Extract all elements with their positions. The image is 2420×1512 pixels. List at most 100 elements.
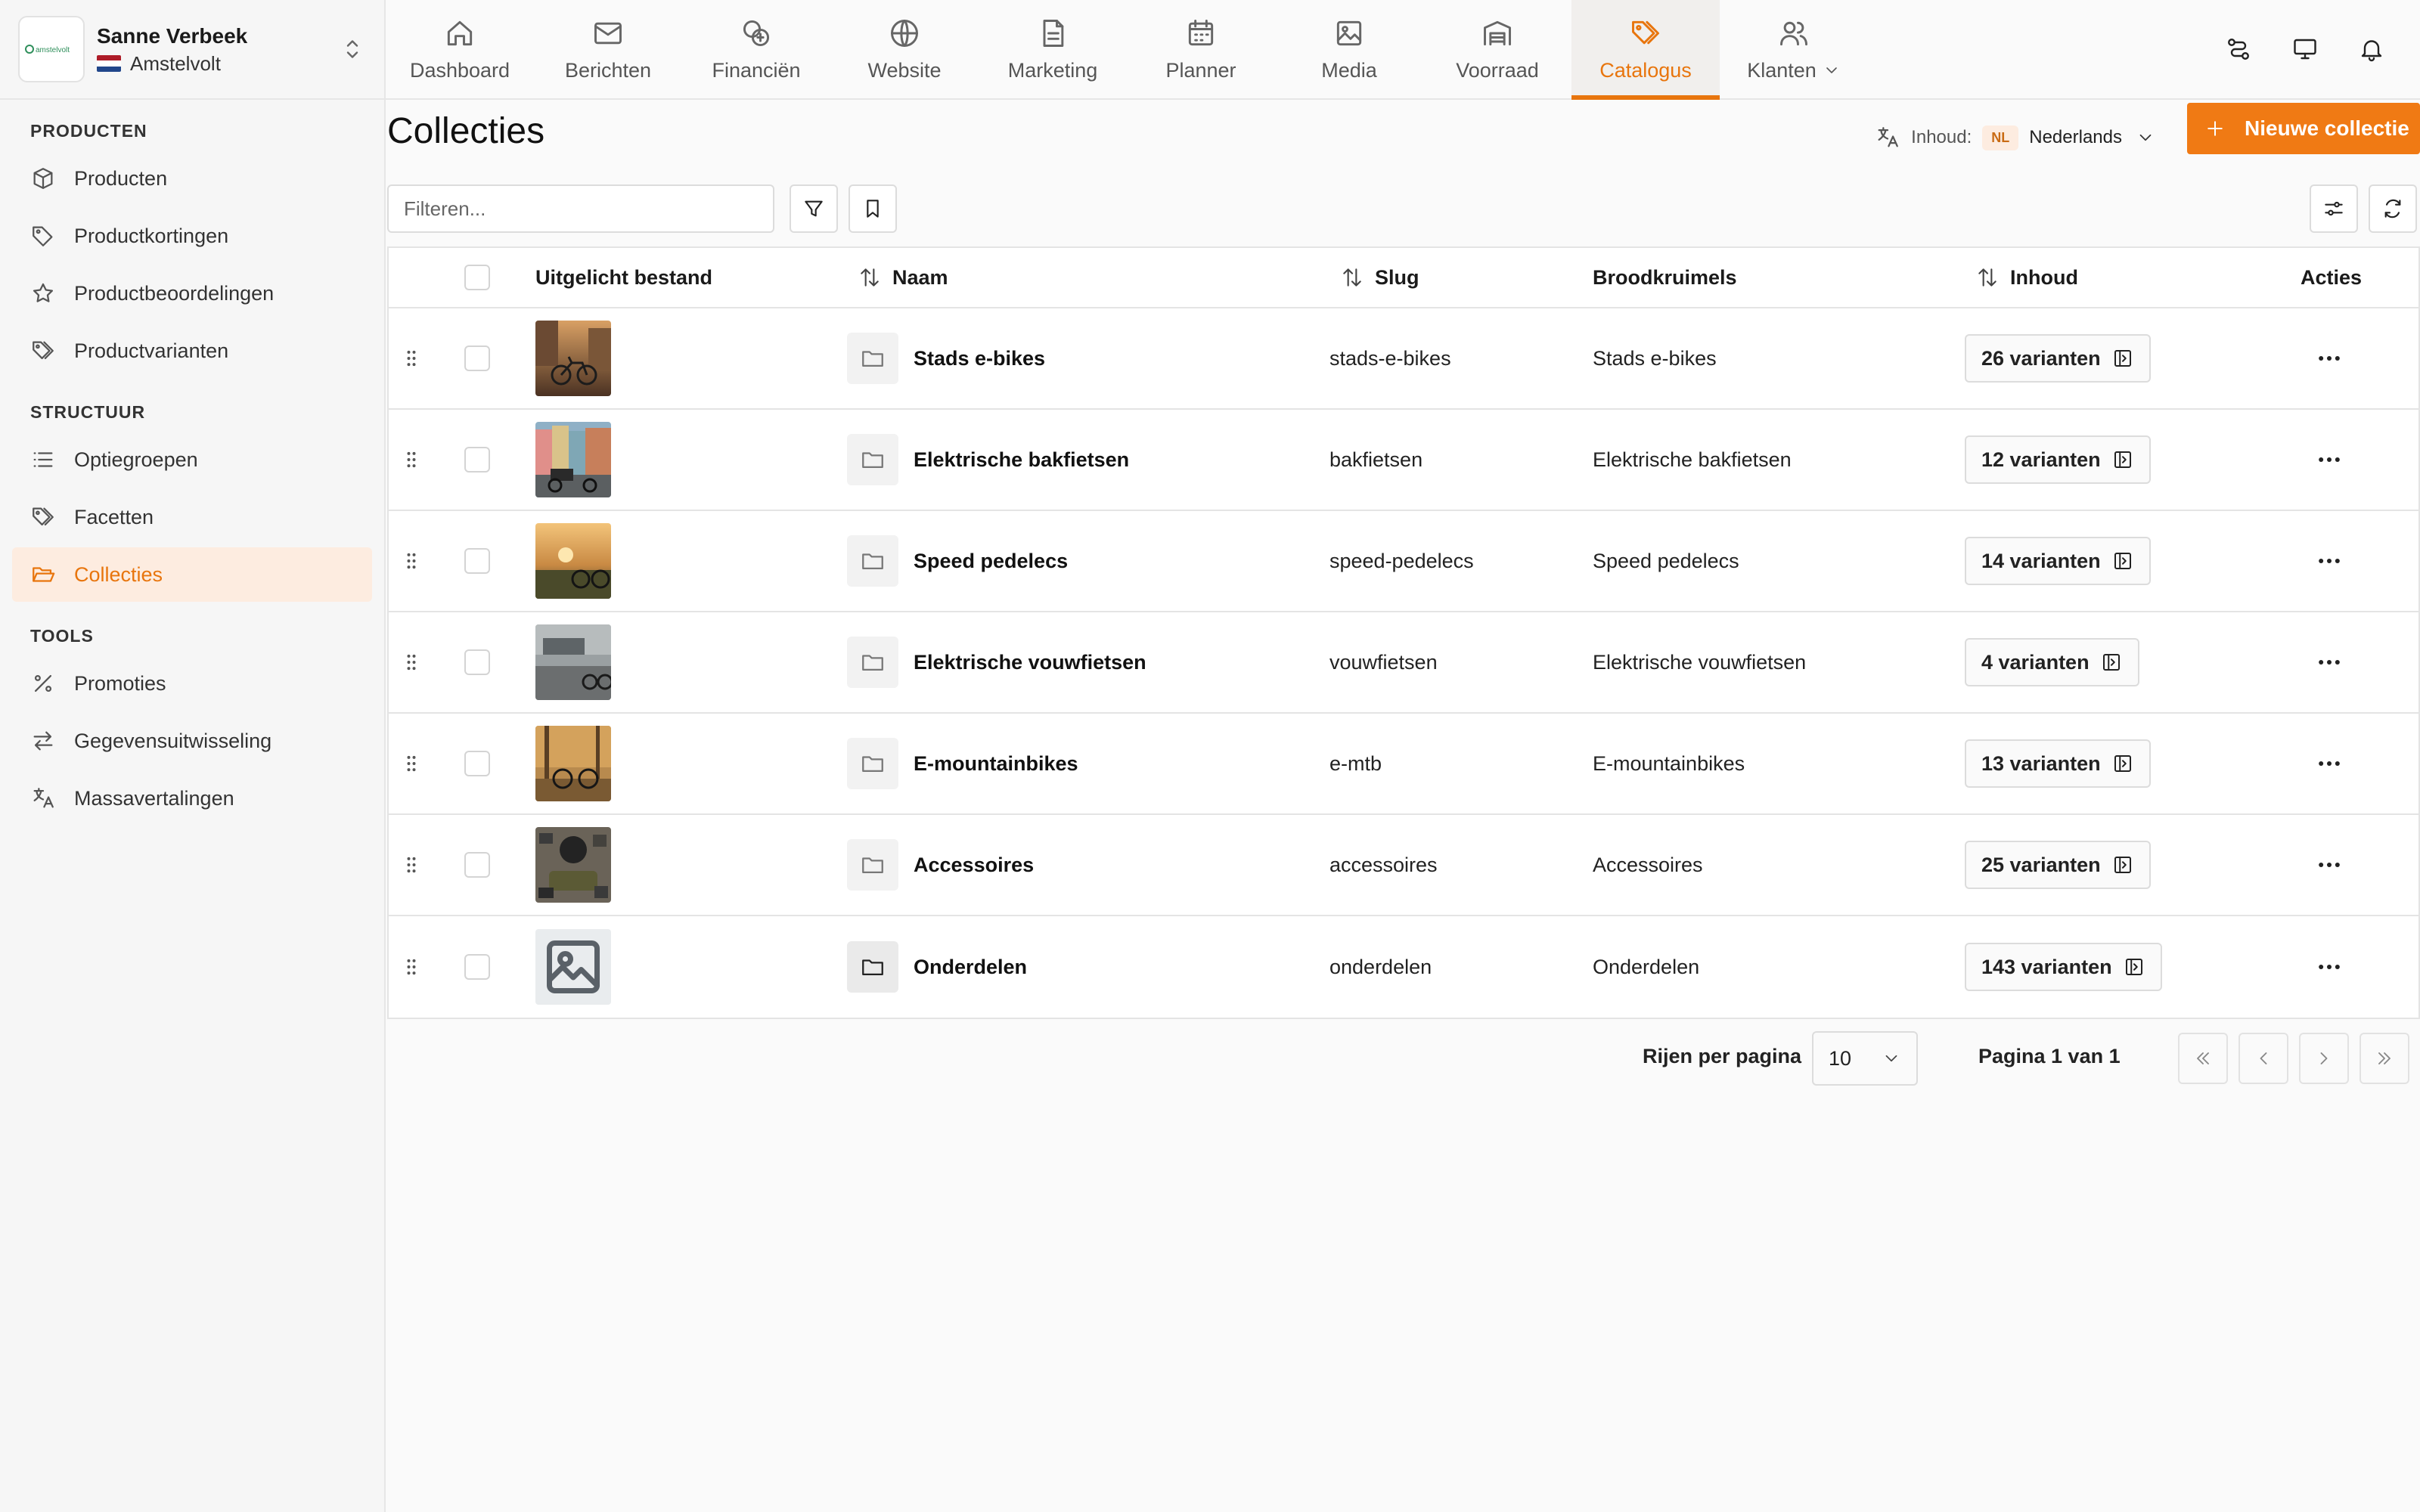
- tab-klanten[interactable]: Klanten: [1720, 0, 1868, 98]
- tab-berichten[interactable]: Berichten: [534, 0, 682, 98]
- table-row[interactable]: Accessoires accessoires Accessoires 25 vari…: [389, 815, 2418, 916]
- drag-handle-icon[interactable]: [401, 449, 422, 470]
- account-switcher[interactable]: amstelvolt Sanne Verbeek Amstelvolt: [0, 0, 384, 100]
- column-slug: Slug: [1375, 265, 1419, 289]
- first-page-button[interactable]: [2178, 1033, 2228, 1084]
- collections-table: Uitgelicht bestand Naam Slug Broodkruime…: [387, 246, 2420, 1019]
- users-icon: [1780, 21, 1807, 45]
- collection-name-cell[interactable]: E-mountainbikes: [847, 738, 1078, 789]
- collection-thumbnail: [535, 321, 611, 396]
- chevrons-right-icon: [2378, 1052, 2391, 1064]
- new-collection-button[interactable]: Nieuwe collectie: [2187, 103, 2420, 154]
- table-row[interactable]: Onderdelen onderdelen Onderdelen 143 varian…: [389, 916, 2418, 1018]
- table-row[interactable]: Speed pedelecs speed-pedelecs Speed pedele…: [389, 511, 2418, 612]
- sidebar-item-facetten[interactable]: Facetten: [12, 490, 372, 544]
- drag-handle-icon[interactable]: [401, 956, 422, 978]
- collection-name-cell[interactable]: Stads e-bikes: [847, 333, 1045, 384]
- tab-dashboard[interactable]: Dashboard: [386, 0, 534, 98]
- table-row[interactable]: E-mountainbikes e-mtb E-mountainbikes 13 va…: [389, 714, 2418, 815]
- content-language-selector[interactable]: Inhoud: NL Nederlands: [1875, 116, 2155, 159]
- column-settings-button[interactable]: [2310, 184, 2358, 233]
- last-page-button[interactable]: [2360, 1033, 2409, 1084]
- more-actions-icon[interactable]: [2314, 343, 2344, 373]
- variants-badge[interactable]: 14 varianten: [1965, 537, 2151, 585]
- sidebar-item-promoties[interactable]: Promoties: [12, 656, 372, 711]
- row-checkbox[interactable]: [464, 954, 490, 980]
- sidebar-item-optiegroepen[interactable]: Optiegroepen: [12, 432, 372, 487]
- table-row[interactable]: Elektrische bakfietsen bakfietsen Elektris…: [389, 410, 2418, 511]
- rows-per-page-select[interactable]: 10: [1812, 1031, 1918, 1086]
- tab-catalogus[interactable]: Catalogus: [1571, 0, 1720, 100]
- drag-handle-icon[interactable]: [401, 652, 422, 673]
- variants-badge[interactable]: 12 varianten: [1965, 435, 2151, 484]
- column-name-sort[interactable]: Naam: [858, 265, 948, 290]
- variants-badge[interactable]: 25 varianten: [1965, 841, 2151, 889]
- collection-name-cell[interactable]: Elektrische bakfietsen: [847, 434, 1129, 485]
- select-all-checkbox[interactable]: [464, 265, 490, 290]
- more-actions-icon[interactable]: [2314, 748, 2344, 779]
- chevron-up-down-icon[interactable]: [339, 36, 366, 63]
- saved-views-button[interactable]: [849, 184, 897, 233]
- variants-badge[interactable]: 4 varianten: [1965, 638, 2139, 686]
- collection-name-cell[interactable]: Accessoires: [847, 839, 1034, 891]
- sidebar-item-gegevensuitwisseling[interactable]: Gegevensuitwisseling: [12, 714, 372, 768]
- row-checkbox[interactable]: [464, 649, 490, 675]
- variants-count: 25 varianten: [1981, 853, 2101, 876]
- collection-name-cell[interactable]: Elektrische vouwfietsen: [847, 637, 1146, 688]
- previous-page-button[interactable]: [2238, 1033, 2288, 1084]
- table-row[interactable]: Stads e-bikes stads-e-bikes Stads e-bikes 2…: [389, 308, 2418, 410]
- drag-handle-icon[interactable]: [401, 348, 422, 369]
- variants-badge[interactable]: 143 varianten: [1965, 943, 2162, 991]
- variants-badge[interactable]: 26 varianten: [1965, 334, 2151, 383]
- row-checkbox[interactable]: [464, 548, 490, 574]
- svg-text:amstelvolt: amstelvolt: [36, 46, 70, 54]
- more-actions-icon[interactable]: [2314, 445, 2344, 475]
- row-checkbox[interactable]: [464, 345, 490, 371]
- rows-per-page-label: Rijen per pagina: [1643, 1045, 1802, 1067]
- sidebar-item-productvarianten[interactable]: Productvarianten: [12, 324, 372, 378]
- filter-button[interactable]: [790, 184, 838, 233]
- variants-badge[interactable]: 13 varianten: [1965, 739, 2151, 788]
- sidebar-item-collecties[interactable]: Collecties: [12, 547, 372, 602]
- tab-marketing[interactable]: Marketing: [979, 0, 1127, 98]
- route-icon[interactable]: [2225, 36, 2252, 63]
- filter-input[interactable]: [387, 184, 774, 233]
- sidebar-item-massavertalingen[interactable]: Massavertalingen: [12, 771, 372, 826]
- refresh-button[interactable]: [2369, 184, 2417, 233]
- column-content-sort[interactable]: Inhoud: [1975, 265, 2078, 290]
- table-row[interactable]: Elektrische vouwfietsen vouwfietsen Elektr…: [389, 612, 2418, 714]
- more-actions-icon[interactable]: [2314, 546, 2344, 576]
- column-slug-sort[interactable]: Slug: [1340, 265, 1419, 290]
- sidebar-item-label: Optiegroepen: [74, 448, 198, 471]
- bell-icon[interactable]: [2358, 36, 2385, 63]
- drag-handle-icon[interactable]: [401, 854, 422, 875]
- more-actions-icon[interactable]: [2314, 850, 2344, 880]
- drag-handle-icon[interactable]: [401, 753, 422, 774]
- sidebar-item-producten[interactable]: Producten: [12, 151, 372, 206]
- variants-count: 12 varianten: [1981, 448, 2101, 471]
- collection-name-cell[interactable]: Speed pedelecs: [847, 535, 1068, 587]
- collection-breadcrumb: Elektrische bakfietsen: [1593, 448, 1792, 471]
- calendar-icon: [1188, 19, 1214, 45]
- main-content: Collecties Inhoud: NL Nederlands Nieuwe …: [387, 101, 2420, 1512]
- page-title: Collecties: [387, 111, 545, 151]
- sidebar-item-productbeoordelingen[interactable]: Productbeoordelingen: [12, 266, 372, 321]
- row-checkbox[interactable]: [464, 852, 490, 878]
- row-checkbox[interactable]: [464, 751, 490, 776]
- collection-name-cell[interactable]: Onderdelen: [847, 941, 1027, 993]
- sidebar-item-productkortingen[interactable]: Productkortingen: [12, 209, 372, 263]
- page-info: Pagina 1 van 1: [1978, 1045, 2121, 1067]
- tab-media[interactable]: Media: [1275, 0, 1423, 98]
- more-actions-icon[interactable]: [2314, 952, 2344, 982]
- tab-financin[interactable]: Financiën: [682, 0, 830, 98]
- tab-voorraad[interactable]: Voorraad: [1423, 0, 1571, 98]
- collection-breadcrumb: Speed pedelecs: [1593, 549, 1739, 572]
- sidebar-item-label: Facetten: [74, 505, 154, 528]
- row-checkbox[interactable]: [464, 447, 490, 472]
- tab-planner[interactable]: Planner: [1127, 0, 1275, 98]
- next-page-button[interactable]: [2299, 1033, 2349, 1084]
- drag-handle-icon[interactable]: [401, 550, 422, 572]
- monitor-icon[interactable]: [2291, 36, 2319, 63]
- more-actions-icon[interactable]: [2314, 647, 2344, 677]
- tab-website[interactable]: Website: [830, 0, 979, 98]
